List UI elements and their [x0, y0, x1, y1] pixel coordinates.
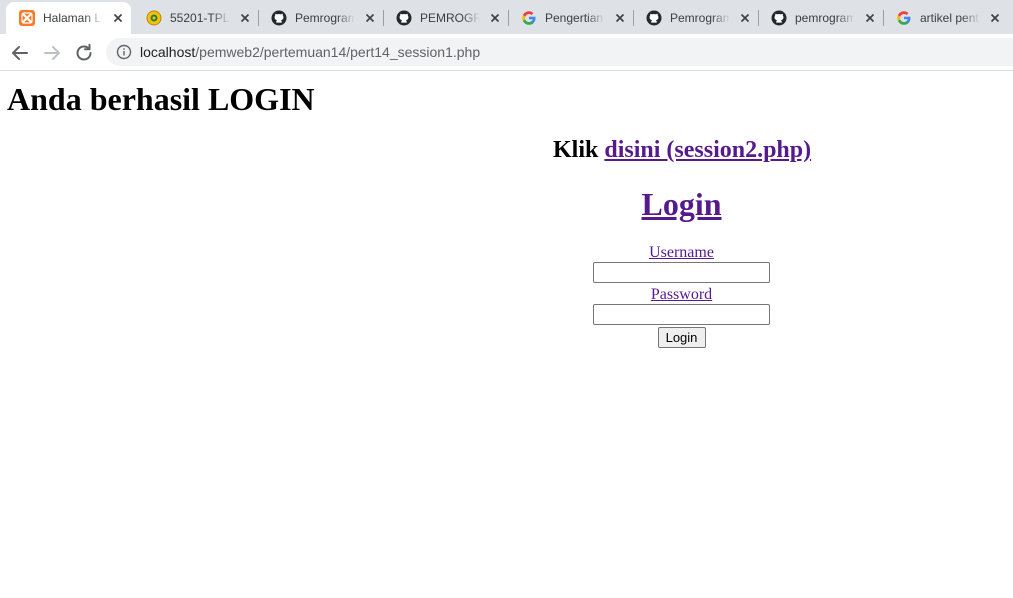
close-tab-icon[interactable] — [612, 10, 628, 26]
xampp-icon — [19, 10, 35, 26]
tab-halaman-login[interactable]: Halaman Login — [6, 2, 131, 34]
github-icon — [271, 10, 287, 26]
url-text[interactable]: localhost/pemweb2/pertemuan14/pert14_ses… — [140, 38, 480, 66]
close-tab-icon[interactable] — [237, 10, 253, 26]
back-arrow-icon[interactable] — [8, 41, 32, 65]
login-title: Login — [0, 186, 1013, 223]
tab-separator — [758, 10, 759, 26]
tab-pemrograman-3[interactable]: Pemrograman — [633, 2, 758, 34]
tab-title: Halaman Login — [43, 11, 103, 25]
tab-separator — [883, 10, 884, 26]
close-tab-icon[interactable] — [987, 10, 1003, 26]
success-heading: Anda berhasil LOGIN — [7, 81, 315, 117]
tab-pemrograman-2[interactable]: PEMROGRAMAN — [383, 2, 508, 34]
close-tab-icon[interactable] — [862, 10, 878, 26]
tab-strip: Halaman Login 55201-TPLO Pemrograman — [0, 0, 1013, 34]
tab-title: pemrograman — [795, 11, 855, 25]
google-icon — [522, 11, 536, 25]
url-host: localhost — [140, 44, 196, 60]
tab-artikel[interactable]: artikel pent — [883, 2, 1008, 34]
close-tab-icon[interactable] — [487, 10, 503, 26]
tab-55201-tplo[interactable]: 55201-TPLO — [133, 2, 258, 34]
tab-title: artikel pent — [920, 11, 979, 25]
session2-link[interactable]: disini (session2.php) — [604, 137, 811, 163]
klik-prefix: Klik — [553, 137, 605, 163]
github-icon — [396, 10, 412, 26]
close-tab-icon[interactable] — [110, 10, 126, 26]
address-bar[interactable]: localhost/pemweb2/pertemuan14/pert14_ses… — [106, 38, 1013, 66]
login-button[interactable]: Login — [657, 327, 706, 348]
close-tab-icon[interactable] — [362, 10, 378, 26]
reload-icon[interactable] — [72, 41, 96, 65]
tab-title: 55201-TPLO — [170, 11, 230, 25]
close-tab-icon[interactable] — [737, 10, 753, 26]
tab-title: Pemrograman — [670, 11, 730, 25]
klik-heading: Klik disini (session2.php) — [553, 137, 811, 164]
password-label[interactable]: Password — [0, 286, 1013, 304]
login-form: Username Password Login — [0, 244, 1013, 348]
tab-pengertian[interactable]: Pengertian — [508, 2, 633, 34]
tab-separator — [633, 10, 634, 26]
info-icon[interactable] — [116, 44, 132, 60]
browser-toolbar: localhost/pemweb2/pertemuan14/pert14_ses… — [0, 34, 1013, 71]
tab-pemrograman-4[interactable]: pemrograman — [758, 2, 883, 34]
tab-separator — [508, 10, 509, 26]
tab-separator — [383, 10, 384, 26]
tab-separator — [258, 10, 259, 26]
username-label[interactable]: Username — [0, 244, 1013, 262]
page-content: Anda berhasil LOGIN Klik disini (session… — [0, 71, 1013, 598]
tab-title: Pengertian — [545, 11, 604, 25]
university-logo-icon — [146, 10, 162, 26]
login-title-link[interactable]: Login — [641, 186, 721, 222]
forward-arrow-icon[interactable] — [40, 41, 64, 65]
tab-pemrograman-1[interactable]: Pemrograman — [258, 2, 383, 34]
tab-title: PEMROGRAMAN — [420, 11, 480, 25]
password-input[interactable] — [593, 304, 770, 325]
github-icon — [646, 10, 662, 26]
url-path: /pemweb2/pertemuan14/pert14_session1.php — [195, 44, 481, 60]
github-icon — [771, 10, 787, 26]
tab-title: Pemrograman — [295, 11, 355, 25]
username-input[interactable] — [593, 262, 770, 283]
google-icon — [897, 11, 911, 25]
